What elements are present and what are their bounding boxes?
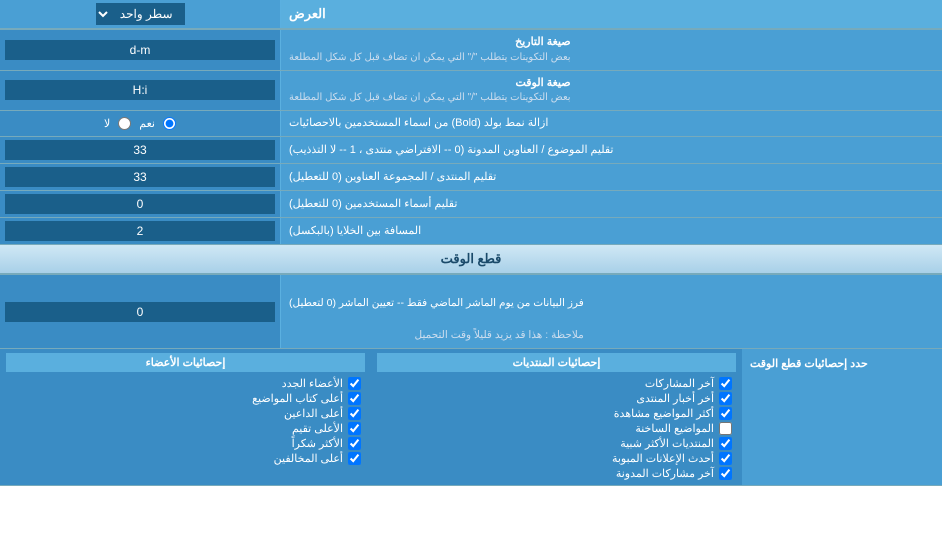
usernames-trim-input-cell (0, 191, 280, 217)
cb-forum-7-input[interactable] (719, 467, 732, 480)
time-format-input[interactable] (5, 80, 275, 100)
cb-member-3: أعلى الداعين (6, 406, 365, 421)
cell-distance-input[interactable] (5, 221, 275, 241)
cb-member-1-input[interactable] (348, 377, 361, 390)
cb-forum-4: المواضيع الساخنة (377, 421, 736, 436)
apply-section: حدد إحصائيات قطع الوقت (742, 349, 942, 485)
single-line-cell: سطر واحد (0, 0, 280, 28)
page-header: العرض (280, 0, 942, 28)
time-format-label: صيغة الوقت بعض التكوينات يتطلب "/" التي … (280, 71, 942, 110)
forum-address-label: تقليم المنتدى / المجموعة العناوين (0 للت… (280, 164, 942, 190)
cb-member-1: الأعضاء الجدد (6, 376, 365, 391)
bold-no-radio[interactable] (118, 117, 131, 130)
member-stats-section: إحصائيات الأعضاء الأعضاء الجدد أعلى كتاب… (0, 349, 371, 485)
cb-forum-3-input[interactable] (719, 407, 732, 420)
forum-stats-header: إحصائيات المنتديات (377, 353, 736, 372)
snapshot-section-header: قطع الوقت (0, 245, 942, 275)
cb-member-6: أعلى المخالفين (6, 451, 365, 466)
cb-forum-1: آخر المشاركات (377, 376, 736, 391)
cb-member-4-input[interactable] (348, 422, 361, 435)
single-line-select[interactable]: سطر واحد (96, 3, 185, 25)
cb-member-3-input[interactable] (348, 407, 361, 420)
cell-distance-input-cell (0, 218, 280, 244)
usernames-trim-input[interactable] (5, 194, 275, 214)
cb-forum-6-input[interactable] (719, 452, 732, 465)
cb-member-2-input[interactable] (348, 392, 361, 405)
cb-forum-2-input[interactable] (719, 392, 732, 405)
time-format-input-cell (0, 71, 280, 110)
cb-member-5-input[interactable] (348, 437, 361, 450)
cb-forum-2: أخر أخبار المنتدى (377, 391, 736, 406)
forum-address-input[interactable] (5, 167, 275, 187)
cb-member-4: الأعلى تقيم (6, 421, 365, 436)
subject-address-input-cell (0, 137, 280, 163)
snapshot-label: فرز البيانات من يوم الماشر الماضي فقط --… (280, 275, 942, 348)
subject-address-input[interactable] (5, 140, 275, 160)
date-format-label: صيغة التاريخ بعض التكوينات يتطلب "/" الت… (280, 30, 942, 69)
bold-remove-label: ازالة نمط بولد (Bold) من اسماء المستخدمي… (280, 111, 942, 136)
bold-yes-radio[interactable] (163, 117, 176, 130)
cb-forum-3: أكثر المواضيع مشاهدة (377, 406, 736, 421)
subject-address-label: تقليم الموضوع / العناوين المدونة (0 -- ا… (280, 137, 942, 163)
snapshot-input-cell (0, 275, 280, 348)
forum-stats-section: إحصائيات المنتديات آخر المشاركات أخر أخب… (371, 349, 742, 485)
cell-distance-label: المسافة بين الخلايا (بالبكسل) (280, 218, 942, 244)
bold-yes-label: نعم (139, 117, 155, 130)
snapshot-input[interactable] (5, 302, 275, 322)
forum-address-input-cell (0, 164, 280, 190)
member-stats-header: إحصائيات الأعضاء (6, 353, 365, 372)
checkboxes-section: حدد إحصائيات قطع الوقت إحصائيات المنتديا… (0, 349, 942, 486)
bold-no-label: لا (104, 117, 110, 130)
cb-member-2: أعلى كتاب المواضيع (6, 391, 365, 406)
cb-forum-6: أحدث الإعلانات المبوبة (377, 451, 736, 466)
usernames-trim-label: تقليم أسماء المستخدمين (0 للتعطيل) (280, 191, 942, 217)
cb-member-6-input[interactable] (348, 452, 361, 465)
cb-forum-7: آخر مشاركات المدونة (377, 466, 736, 481)
apply-label: حدد إحصائيات قطع الوقت (750, 357, 868, 370)
cb-member-5: الأكثر شكراً (6, 436, 365, 451)
date-format-input-cell (0, 30, 280, 69)
bold-remove-radio-cell: نعم لا (0, 111, 280, 136)
cb-forum-1-input[interactable] (719, 377, 732, 390)
cb-forum-5: المنتديات الأكثر شبية (377, 436, 736, 451)
date-format-input[interactable] (5, 40, 275, 60)
cb-forum-5-input[interactable] (719, 437, 732, 450)
cb-forum-4-input[interactable] (719, 422, 732, 435)
